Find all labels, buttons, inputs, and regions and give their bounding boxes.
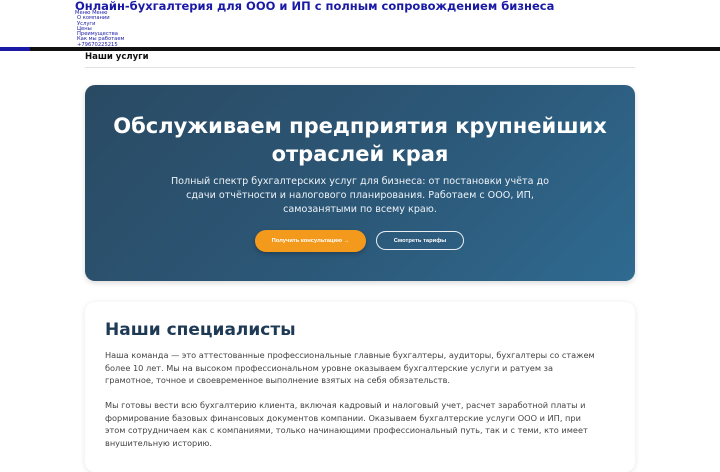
header-divider-bar [0,47,720,51]
specialists-paragraph-2: Мы готовы вести всю бухгалтерию клиента,… [105,400,588,448]
hero-banner: Обслуживаем предприятия крупнейших отрас… [85,85,635,281]
hero-title: Обслуживаем предприятия крупнейших отрас… [113,114,607,166]
breadcrumb: Наши услуги [85,52,635,68]
specialists-title: Наши специалисты [105,320,296,340]
header-bar-accent [0,47,30,51]
specialists-section: Наши специалисты Наша команда — это атте… [85,302,635,472]
main-nav: Меню Меню О компании Услуги Цены Преимущ… [75,10,124,48]
hero-description: Полный спектр бухгалтерских услуг для би… [170,176,550,215]
view-tariffs-button[interactable]: Смотреть тарифы [376,231,464,250]
site-title[interactable]: Онлайн-бухгалтерия для ООО и ИП с полным… [75,0,554,13]
specialists-paragraph-1: Наша команда — это аттестованные професс… [105,350,595,385]
get-consultation-button[interactable]: Получить консультацию → [255,230,366,252]
breadcrumb-current: Наши услуги [85,52,149,62]
